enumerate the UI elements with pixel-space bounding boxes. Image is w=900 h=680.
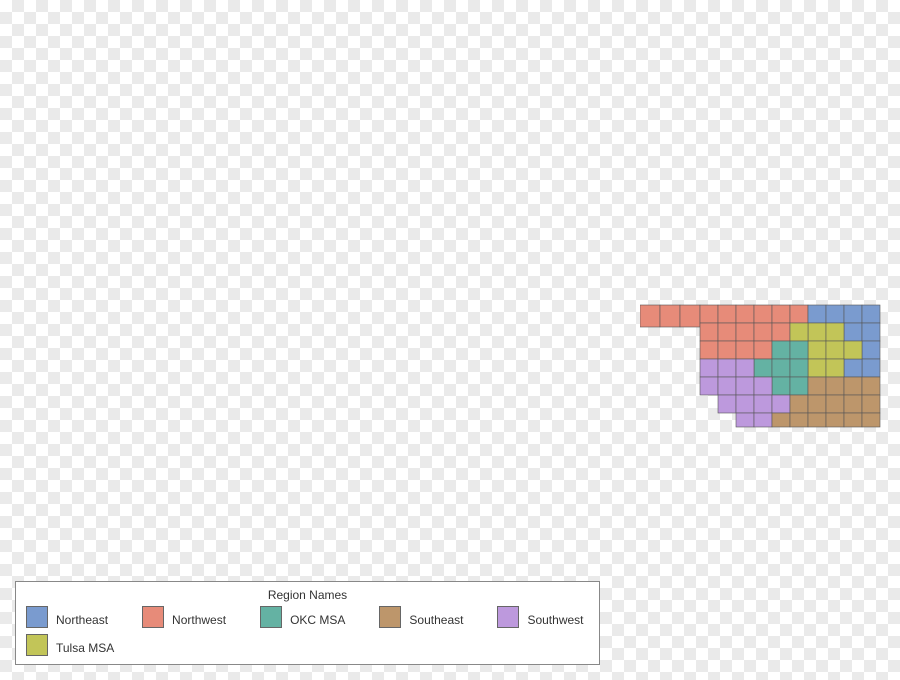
- legend-item-okc-msa: OKC MSA: [260, 606, 345, 628]
- legend-label: Southwest: [527, 614, 583, 628]
- legend-item-northeast: Northeast: [26, 606, 108, 628]
- legend-label: Southeast: [409, 614, 463, 628]
- legend-item-southwest: Southwest: [497, 606, 583, 628]
- legend-label: Northeast: [56, 614, 108, 628]
- legend-label: Northwest: [172, 614, 226, 628]
- oklahoma-region-map: [640, 295, 890, 445]
- legend-label: OKC MSA: [290, 614, 345, 628]
- legend-item-southeast: Southeast: [379, 606, 463, 628]
- legend-item-tulsa-msa: Tulsa MSA: [26, 634, 114, 656]
- legend-items: Northeast Northwest OKC MSA Southeast So…: [26, 606, 589, 656]
- swatch-southeast: [379, 606, 401, 628]
- legend-title: Region Names: [26, 588, 589, 602]
- map-svg: [640, 295, 890, 445]
- legend-label: Tulsa MSA: [56, 642, 114, 656]
- swatch-okc-msa: [260, 606, 282, 628]
- swatch-northeast: [26, 606, 48, 628]
- swatch-northwest: [142, 606, 164, 628]
- swatch-southwest: [497, 606, 519, 628]
- legend-box: Region Names Northeast Northwest OKC MSA…: [15, 581, 600, 665]
- legend-item-northwest: Northwest: [142, 606, 226, 628]
- swatch-tulsa-msa: [26, 634, 48, 656]
